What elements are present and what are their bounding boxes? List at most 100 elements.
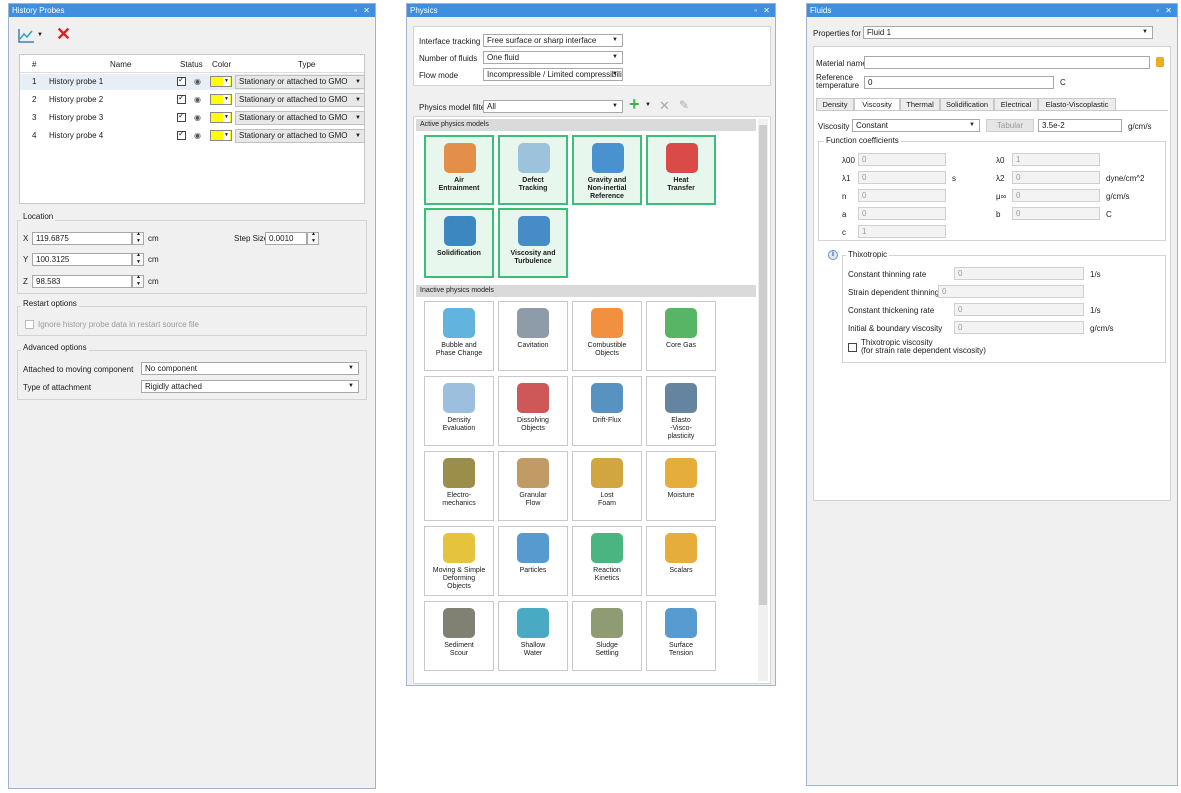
viscosity-value-input[interactable]: 3.5e-2 <box>1038 119 1122 132</box>
thickening-rate-input[interactable]: 0 <box>954 303 1084 316</box>
z-spinner[interactable] <box>132 274 144 288</box>
physics-model-tile[interactable]: Electro- mechanics <box>424 451 494 521</box>
physics-model-tile[interactable]: Particles <box>498 526 568 596</box>
physics-filter-label: Physics model filter <box>419 103 488 112</box>
status-checkbox[interactable] <box>177 129 186 140</box>
physics-model-tile[interactable]: Moisture <box>646 451 716 521</box>
panel-window-controls[interactable]: ▫ ✕ <box>754 4 772 17</box>
viscosity-select[interactable]: Constant <box>852 119 980 132</box>
c-input[interactable]: 1 <box>858 225 946 238</box>
step-size-spinner[interactable] <box>307 231 319 245</box>
lambda0-input[interactable]: 1 <box>1012 153 1100 166</box>
strain-thinning-input[interactable]: 0 <box>938 285 1084 298</box>
number-of-fluids-select[interactable]: One fluid <box>483 51 623 64</box>
table-row[interactable]: 2 History probe 2 ◉ Stationary or attach… <box>20 92 365 108</box>
physics-model-tile[interactable]: Viscosity and Turbulence <box>498 208 568 278</box>
physics-model-tile[interactable]: Gravity and Non-inertial Reference <box>572 135 642 205</box>
z-input[interactable]: 98.583 <box>32 275 132 288</box>
panel-window-controls[interactable]: ▫ ✕ <box>354 4 372 17</box>
thinning-rate-input[interactable]: 0 <box>954 267 1084 280</box>
physics-model-tile[interactable]: Surface Tension <box>646 601 716 671</box>
material-name-input[interactable] <box>864 56 1150 69</box>
solidification-icon <box>444 216 476 246</box>
info-icon[interactable]: i <box>828 250 838 260</box>
type-select[interactable]: Stationary or attached to GMO <box>235 75 365 89</box>
tabular-button[interactable]: Tabular <box>986 119 1034 132</box>
eye-icon[interactable]: ◉ <box>194 128 201 144</box>
flow-mode-select[interactable]: Incompressible / Limited compressibility <box>483 68 623 81</box>
status-checkbox[interactable] <box>177 111 186 122</box>
interface-tracking-select[interactable]: Free surface or sharp interface <box>483 34 623 47</box>
color-picker[interactable] <box>210 112 232 123</box>
status-checkbox[interactable] <box>177 93 186 104</box>
physics-model-tile[interactable]: Defect Tracking <box>498 135 568 205</box>
y-spinner[interactable] <box>132 252 144 266</box>
chevron-down-icon[interactable]: ▼ <box>37 32 43 38</box>
physics-model-tile[interactable]: Air Entrainment <box>424 135 494 205</box>
physics-model-tile[interactable]: Solidification <box>424 208 494 278</box>
x-input[interactable]: 119.6875 <box>32 232 132 245</box>
physics-model-tile[interactable]: Shallow Water <box>498 601 568 671</box>
database-icon[interactable] <box>1156 57 1164 67</box>
mu-infinity-input[interactable]: 0 <box>1012 189 1100 202</box>
physics-model-tile[interactable]: Drift-Flux <box>572 376 642 446</box>
color-picker[interactable] <box>210 130 232 141</box>
reference-temperature-input[interactable]: 0 <box>864 76 1054 89</box>
step-size-input[interactable]: 0.0010 <box>265 232 307 245</box>
column-header-color: Color <box>212 60 232 69</box>
eye-icon[interactable]: ◉ <box>194 110 201 126</box>
color-picker[interactable] <box>210 76 232 87</box>
initial-viscosity-input[interactable]: 0 <box>954 321 1084 334</box>
lambda1-input[interactable]: 0 <box>858 171 946 184</box>
physics-model-tile[interactable]: Scalars <box>646 526 716 596</box>
physics-model-tile[interactable]: Density Evaluation <box>424 376 494 446</box>
add-probe-icon[interactable] <box>17 28 35 44</box>
table-row[interactable]: 3 History probe 3 ◉ Stationary or attach… <box>20 110 365 126</box>
physics-model-tile[interactable]: Bubble and Phase Change <box>424 301 494 371</box>
physics-model-tile[interactable]: Reaction Kinetics <box>572 526 642 596</box>
thixotropic-checkbox[interactable] <box>848 343 857 352</box>
lambda00-input[interactable]: 0 <box>858 153 946 166</box>
table-row[interactable]: 1 History probe 1 ◉ Stationary or attach… <box>20 74 365 90</box>
x-spinner[interactable] <box>132 231 144 245</box>
physics-model-tile[interactable]: Combustible Objects <box>572 301 642 371</box>
status-checkbox[interactable] <box>177 75 186 86</box>
physics-model-tile[interactable]: Heat Transfer <box>646 135 716 205</box>
add-model-icon[interactable]: + <box>629 94 640 115</box>
type-select[interactable]: Stationary or attached to GMO <box>235 129 365 143</box>
color-picker[interactable] <box>210 94 232 105</box>
properties-for-select[interactable]: Fluid 1 <box>863 26 1153 39</box>
type-select[interactable]: Stationary or attached to GMO <box>235 93 365 107</box>
physics-model-tile[interactable]: Dissolving Objects <box>498 376 568 446</box>
physics-model-tile[interactable]: Moving & Simple Deforming Objects <box>424 526 494 596</box>
physics-model-tile[interactable]: Granular Flow <box>498 451 568 521</box>
edit-model-icon[interactable]: ✎ <box>679 98 689 112</box>
moving-component-select[interactable]: No component <box>141 362 359 375</box>
n-input[interactable]: 0 <box>858 189 946 202</box>
lambda2-input[interactable]: 0 <box>1012 171 1100 184</box>
attachment-type-select[interactable]: Rigidly attached <box>141 380 359 393</box>
physics-model-tile[interactable]: Core Gas <box>646 301 716 371</box>
delete-probe-icon[interactable]: ✕ <box>56 25 71 43</box>
lost-foam-icon <box>591 458 623 488</box>
remove-model-icon[interactable]: ✕ <box>659 98 670 114</box>
b-input[interactable]: 0 <box>1012 207 1100 220</box>
thinning-rate-label: Constant thinning rate <box>848 270 927 279</box>
moving-objects-icon <box>443 533 475 563</box>
scrollbar[interactable] <box>758 119 768 681</box>
physics-model-tile[interactable]: Sludge Settling <box>572 601 642 671</box>
physics-model-tile[interactable]: Lost Foam <box>572 451 642 521</box>
a-input[interactable]: 0 <box>858 207 946 220</box>
eye-icon[interactable]: ◉ <box>194 74 201 90</box>
y-input[interactable]: 100.3125 <box>32 253 132 266</box>
ignore-restart-checkbox[interactable] <box>25 320 34 329</box>
eye-icon[interactable]: ◉ <box>194 92 201 108</box>
type-select[interactable]: Stationary or attached to GMO <box>235 111 365 125</box>
panel-window-controls[interactable]: ▫ ✕ <box>1156 4 1174 17</box>
table-row[interactable]: 4 History probe 4 ◉ Stationary or attach… <box>20 128 365 144</box>
chevron-down-icon[interactable]: ▼ <box>645 102 651 108</box>
physics-filter-select[interactable]: All <box>483 100 623 113</box>
physics-model-tile[interactable]: Sediment Scour <box>424 601 494 671</box>
physics-model-tile[interactable]: Cavitation <box>498 301 568 371</box>
physics-model-tile[interactable]: Elasto -Visco- plasticity <box>646 376 716 446</box>
